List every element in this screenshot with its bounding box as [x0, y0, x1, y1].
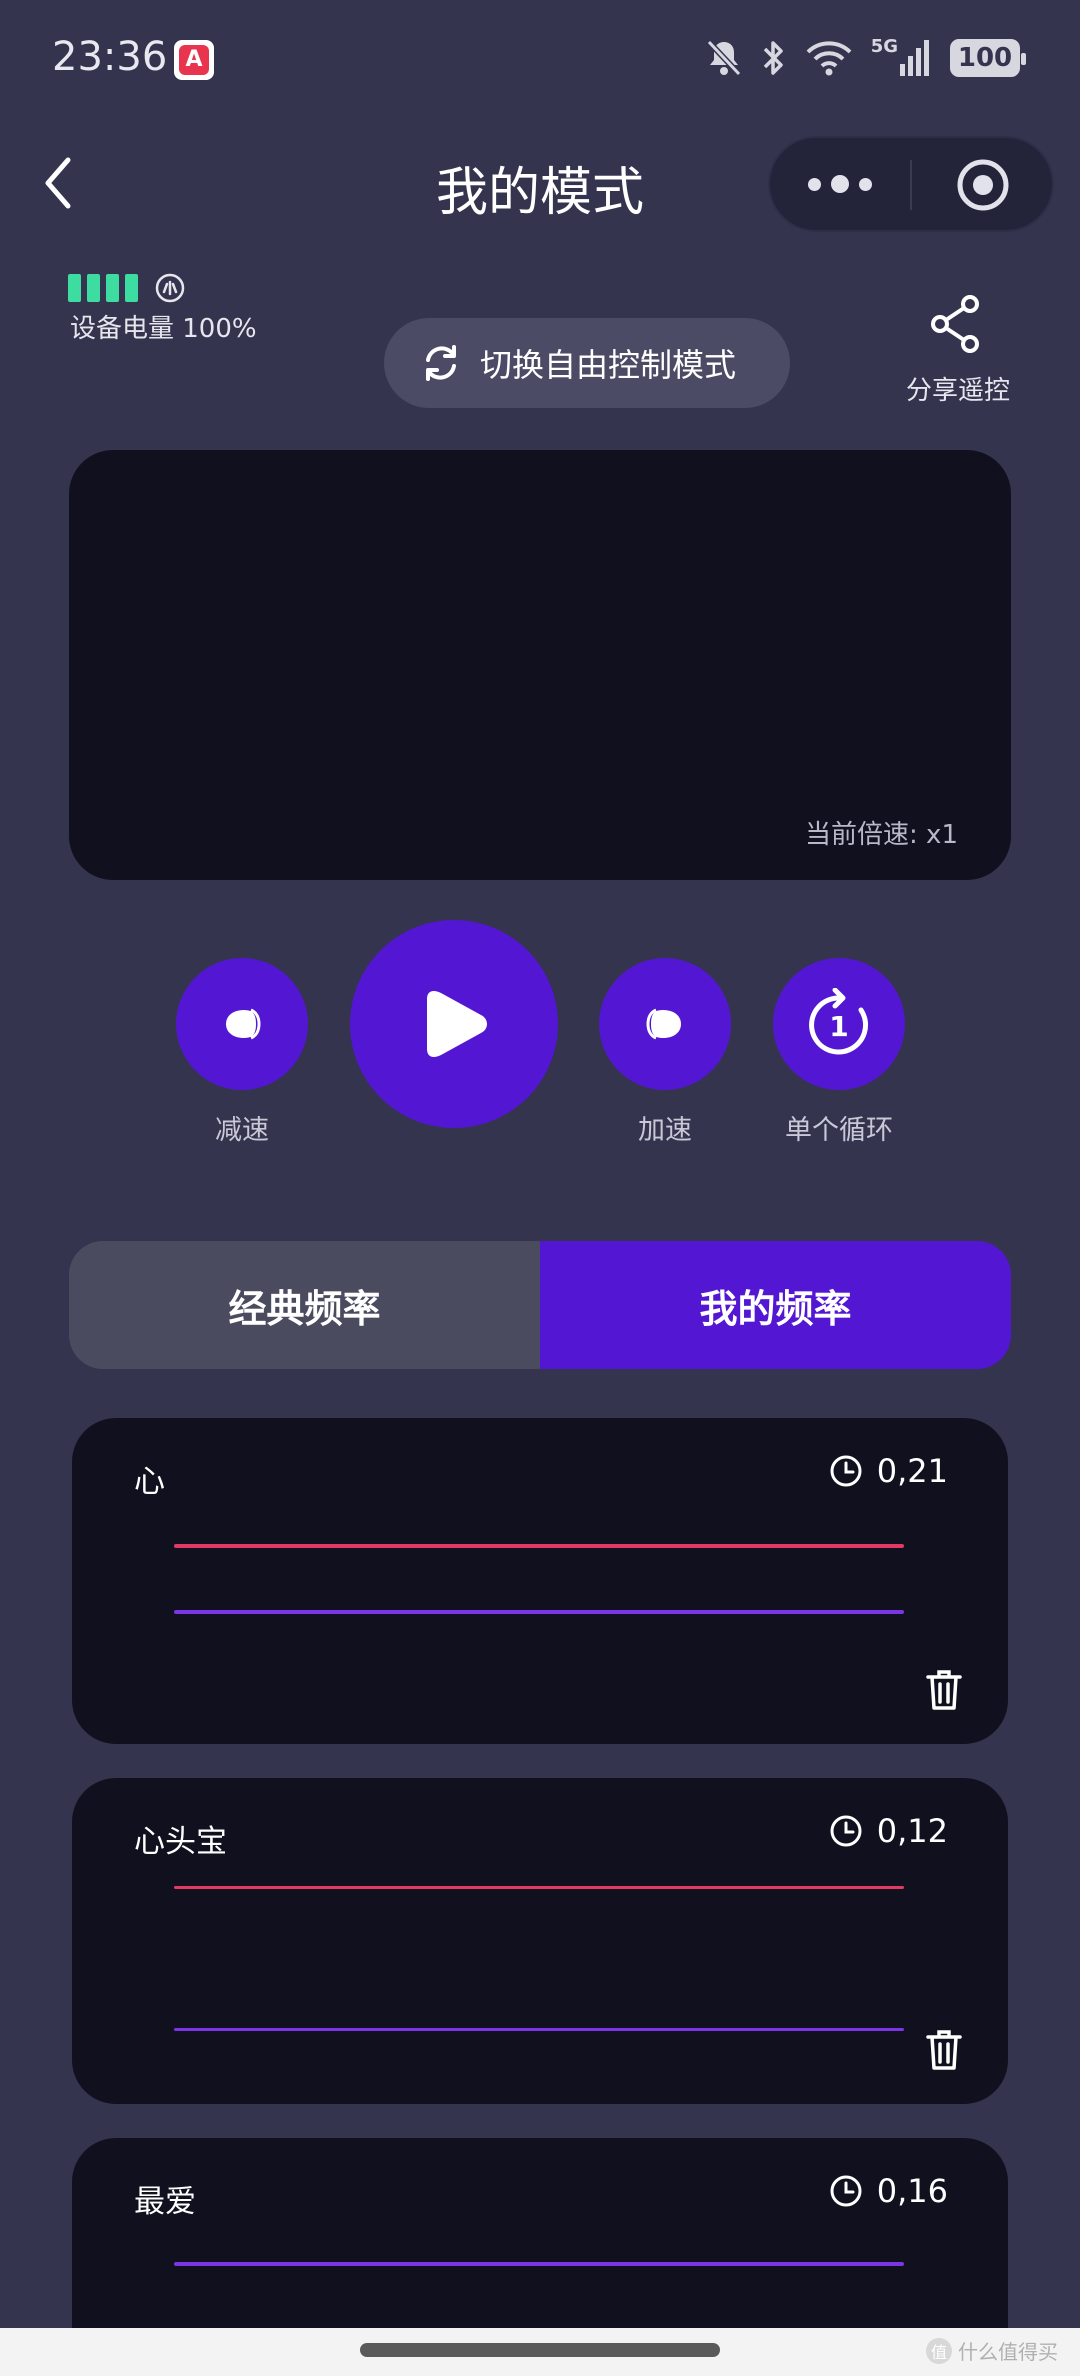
pattern-name: 最爱 [134, 2184, 196, 2220]
network-type: 5G [870, 35, 898, 57]
battery-bar [87, 274, 100, 302]
slow-down-icon [226, 1008, 261, 1040]
clock-icon [830, 1815, 862, 1847]
switch-free-control-button[interactable]: 切换自由控制模式 [384, 318, 790, 408]
capsule-divider [910, 160, 912, 210]
speed-up-icon [646, 1008, 681, 1040]
play-icon [427, 991, 487, 1057]
status-time: 23:36 [52, 34, 168, 80]
waveform-line-purple [174, 1610, 904, 1614]
more-dot-right [859, 177, 872, 191]
waveform-line-red [174, 1886, 904, 1889]
loop-count: 1 [829, 1010, 848, 1043]
pattern-name: 心 [134, 1464, 165, 1500]
waveform-line-purple [174, 2262, 904, 2266]
pattern-duration: 0,16 [829, 2172, 948, 2210]
phone-battery-indicator: 100 [950, 39, 1026, 77]
vibration-spark-icon [154, 272, 186, 304]
slow-down-label: 减速 [215, 1115, 269, 1146]
delete-pattern-button[interactable] [924, 1668, 964, 1712]
battery-bar [68, 274, 81, 302]
bell-off-icon [705, 38, 743, 78]
more-dots-icon [808, 177, 821, 191]
app-notification-icon: A [174, 40, 214, 80]
delete-pattern-button[interactable] [924, 2028, 964, 2072]
pattern-card[interactable]: 心头宝 0,12 [72, 1778, 1008, 2104]
tab-my-frequency[interactable]: 我的频率 [540, 1241, 1011, 1369]
pattern-name: 心头宝 [134, 1824, 227, 1860]
home-indicator[interactable] [360, 2343, 720, 2357]
waveform-line-red [174, 1544, 904, 1548]
watermark-logo-icon: 值 [926, 2337, 952, 2364]
single-loop-button[interactable]: 1 [773, 958, 905, 1090]
device-battery-label: 设备电量 100% [70, 314, 257, 344]
cellular-signal-icon: 5G [870, 35, 932, 78]
single-loop-label: 单个循环 [785, 1115, 893, 1146]
wifi-icon [805, 39, 853, 77]
share-icon[interactable] [928, 294, 984, 354]
waveform-line-purple [174, 2028, 904, 2031]
battery-bar [106, 274, 119, 302]
device-battery-bars [68, 274, 138, 302]
clock-icon [830, 1455, 862, 1487]
share-remote-label[interactable]: 分享遥控 [900, 370, 1016, 407]
status-icons: 5G 100 [705, 34, 1026, 82]
play-button[interactable] [350, 920, 558, 1128]
repeat-one-icon: 1 [809, 988, 869, 1055]
watermark: 值 什么值得买 [926, 2336, 1058, 2365]
current-speed-label: 当前倍速: x1 [805, 820, 958, 850]
slow-down-button[interactable] [176, 958, 308, 1090]
refresh-icon [426, 345, 456, 381]
frequency-tabs: 经典频率 我的频率 [69, 1241, 1011, 1369]
pattern-card[interactable]: 心 0,21 [72, 1418, 1008, 1744]
pattern-duration-value: 0,21 [876, 1452, 948, 1490]
pattern-duration: 0,21 [829, 1452, 948, 1490]
switch-mode-label: 切换自由控制模式 [480, 346, 737, 384]
pattern-duration-value: 0,16 [876, 2172, 948, 2210]
close-mini-program-button[interactable] [948, 150, 1018, 220]
speed-up-button[interactable] [599, 958, 731, 1090]
bluetooth-icon [761, 38, 787, 78]
speed-up-label: 加速 [638, 1115, 692, 1146]
target-close-icon [957, 159, 1009, 211]
battery-bar [125, 274, 138, 302]
more-button[interactable] [780, 148, 900, 220]
watermark-text: 什么值得买 [958, 2340, 1058, 2364]
pattern-duration: 0,12 [829, 1812, 948, 1850]
tab-classic-frequency[interactable]: 经典频率 [69, 1241, 540, 1369]
clock-icon [830, 2175, 862, 2207]
pattern-duration-value: 0,12 [876, 1812, 948, 1850]
more-dot-center [831, 175, 849, 193]
